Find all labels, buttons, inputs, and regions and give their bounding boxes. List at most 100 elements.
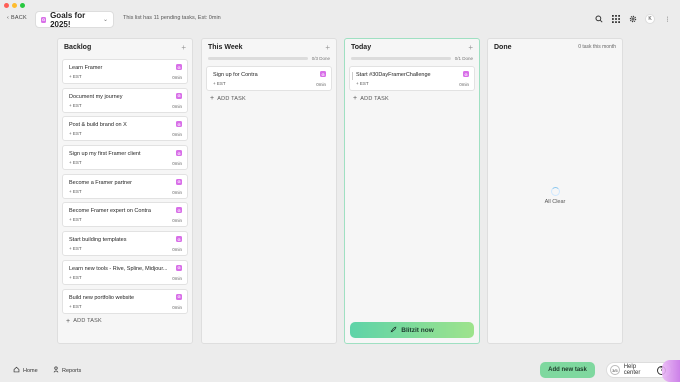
task-card[interactable]: Post & build brand on X G + EST 0min [62, 116, 188, 142]
home-button[interactable]: Home [13, 366, 38, 375]
chevron-down-icon: ⌄ [102, 17, 108, 23]
est-button[interactable]: + EST [69, 74, 82, 79]
plus-icon: + [353, 95, 358, 102]
est-button[interactable]: + EST [69, 304, 82, 309]
task-title: Sign up my first Framer client [69, 151, 141, 158]
help-progress: 3/5 [610, 365, 620, 375]
task-time: 0min [172, 132, 182, 138]
task-card[interactable]: Become Framer expert on Contra G + EST 0min [62, 202, 188, 228]
add-task-label: ADD TASK [73, 318, 102, 324]
list-badge: G [176, 150, 182, 157]
column-title: Today [351, 43, 372, 51]
add-task-button[interactable]: + ADD TASK [202, 91, 336, 106]
back-label: BACK [11, 15, 27, 21]
task-card[interactable]: Document my journey G + EST 0min [62, 87, 188, 113]
task-title: Start building templates [69, 237, 127, 244]
add-icon[interactable]: + [181, 43, 186, 52]
task-card[interactable]: Start building templates G + EST 0min [62, 231, 188, 257]
drag-handle[interactable] [351, 72, 353, 80]
task-time: 0min [316, 82, 326, 87]
task-card[interactable]: Learn Framer G + EST 0min [62, 59, 188, 84]
loading-icon [550, 187, 560, 196]
avatar[interactable]: K [645, 14, 655, 24]
task-card[interactable]: Build new portfolio website G + EST 0min [62, 288, 188, 314]
list-title: Goals for 2025! [50, 10, 86, 29]
est-button[interactable]: + EST [356, 81, 369, 86]
help-center-label: Help center [623, 364, 641, 376]
top-actions: K ⋮ [594, 10, 672, 28]
chevron-left-icon: ‹ [7, 15, 10, 21]
est-button[interactable]: + EST [69, 131, 82, 136]
progress-row: 0/3 Done [202, 55, 336, 62]
task-title: Start #30DayFramerChallenge [356, 72, 431, 78]
reports-label: Reports [62, 367, 82, 374]
column-backlog: Backlog + Learn Framer G + EST 0min Documen… [57, 38, 193, 344]
list-badge: G [320, 71, 326, 77]
list-badge: G [176, 92, 182, 99]
add-task-button[interactable]: + ADD TASK [345, 91, 479, 106]
back-button[interactable]: ‹ BACK [7, 15, 27, 21]
task-card[interactable]: Learn new tools - Rive, Spline, Midjour.… [62, 259, 188, 285]
task-title: Post & build brand on X [69, 122, 127, 129]
est-button[interactable]: + EST [69, 103, 82, 108]
gear-icon[interactable] [628, 15, 637, 24]
est-button[interactable]: + EST [69, 217, 82, 222]
column-title: Backlog [64, 43, 92, 51]
list-badge: G [176, 293, 182, 300]
task-title: Become Framer expert on Contra [69, 208, 151, 215]
task-title: Become a Framer partner [69, 179, 132, 186]
column-this-week: This Week + 0/3 Done Sign up for Contra G… [201, 38, 337, 344]
add-task-button[interactable]: + ADD TASK [58, 314, 192, 329]
progress-bar [208, 57, 308, 60]
reports-button[interactable]: Reports [53, 366, 81, 375]
list-badge: G [463, 71, 469, 77]
close-window-button[interactable] [4, 3, 9, 8]
column-today: Today + 0/1 Done Start #30DayFramerChall… [344, 38, 480, 344]
blitzit-now-button[interactable]: Blitzit now [350, 322, 474, 338]
list-badge: G [176, 178, 182, 185]
maximize-window-button[interactable] [20, 3, 25, 8]
est-button[interactable]: + EST [213, 81, 226, 86]
list-selector[interactable]: G Goals for 2025! ⌄ [35, 10, 114, 29]
minimize-window-button[interactable] [12, 3, 17, 8]
plus-icon: + [66, 317, 71, 325]
task-time: 0min [172, 275, 182, 281]
plus-icon: + [210, 95, 215, 102]
search-icon[interactable] [594, 15, 603, 24]
reports-icon [53, 366, 59, 375]
task-time: 0min [172, 218, 182, 224]
task-title: Build new portfolio website [69, 294, 135, 301]
bottom-bar: Home Reports Add new task 3/5 Help cente… [0, 360, 680, 382]
add-icon[interactable]: + [325, 43, 330, 52]
task-card[interactable]: Become a Framer partner G + EST 0min [62, 173, 188, 199]
add-icon[interactable]: + [468, 43, 473, 52]
card-list: Start #30DayFramerChallenge G + EST 0min [345, 62, 479, 91]
est-button[interactable]: + EST [69, 160, 82, 165]
est-button[interactable]: + EST [69, 246, 82, 251]
progress-label: 0/1 Done [454, 56, 473, 61]
task-card[interactable]: Sign up for Contra G + EST 0min [206, 66, 332, 91]
add-task-label: ADD TASK [217, 95, 246, 102]
progress-label: 0/3 Done [311, 56, 330, 61]
card-list: Learn Framer G + EST 0min Document my journ… [58, 55, 192, 314]
column-done: Done 0 task this month All Clear [487, 38, 623, 344]
side-drawer-handle[interactable] [662, 360, 680, 382]
grid-icon[interactable] [611, 15, 620, 24]
more-vertical-icon[interactable]: ⋮ [663, 15, 672, 24]
list-badge: G [41, 16, 47, 23]
est-button[interactable]: + EST [69, 275, 82, 280]
home-label: Home [23, 367, 38, 374]
home-icon [13, 366, 20, 375]
task-card[interactable]: Sign up my first Framer client G + EST 0min [62, 145, 188, 171]
top-bar: ‹ BACK G Goals for 2025! ⌄ This list has… [0, 10, 680, 29]
task-card[interactable]: Start #30DayFramerChallenge G + EST 0min [349, 66, 475, 91]
task-title: Learn new tools - Rive, Spline, Midjour.… [69, 265, 168, 272]
add-new-task-button[interactable]: Add new task [540, 362, 595, 378]
window-controls [4, 3, 25, 8]
task-time: 0min [172, 161, 182, 167]
est-button[interactable]: + EST [69, 189, 82, 194]
all-clear-text: All Clear [544, 199, 566, 205]
task-time: 0min [172, 304, 182, 310]
task-time: 0min [172, 247, 182, 253]
done-count: 0 task this month [578, 44, 616, 50]
